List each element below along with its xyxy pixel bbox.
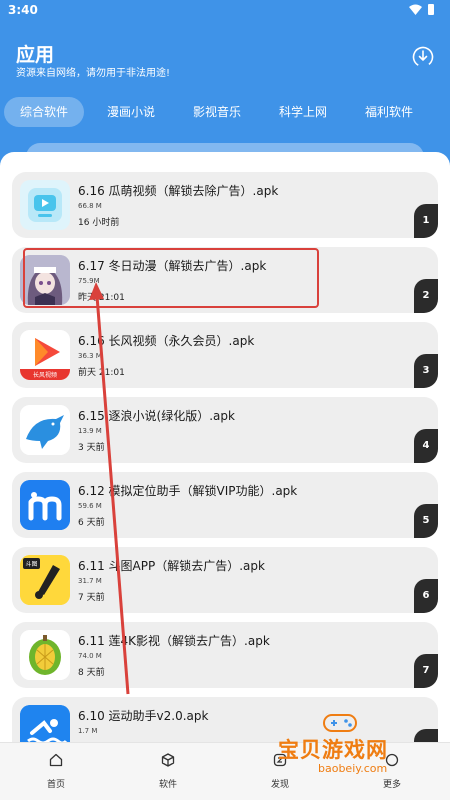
durian-icon	[20, 630, 70, 680]
rank-badge: 4	[414, 429, 438, 463]
watermark-text: 宝贝游戏网	[278, 738, 388, 762]
app-title: 6.16 长风视频（永久会员）.apk	[78, 334, 255, 348]
play-triangle-icon: 长风视频	[20, 330, 70, 380]
nav-software[interactable]: 软件	[112, 743, 224, 800]
app-size: 74.0 M	[78, 652, 102, 660]
list-item[interactable]: 6.11 莲4K影视（解锁去广告）.apk 74.0 M 8 天前 7	[12, 622, 438, 688]
page-title: 应用	[16, 44, 55, 66]
list-item[interactable]: 6.12 模拟定位助手（解锁VIP功能）.apk 59.6 M 6 天前 5	[12, 472, 438, 538]
watermark: 宝贝游戏网 baobeiy.com	[278, 712, 428, 782]
status-bar: 3:40	[0, 0, 450, 22]
status-time: 3:40	[8, 3, 38, 17]
tab-vpn[interactable]: 科学上网	[266, 97, 340, 127]
app-size: 31.7 M	[78, 577, 102, 585]
watermark-url: baobeiy.com	[318, 762, 388, 775]
app-title: 6.10 运动助手v2.0.apk	[78, 709, 209, 723]
status-icons	[409, 4, 434, 15]
app-size: 59.6 M	[78, 502, 102, 510]
category-tabs: 综合软件 漫画小说 影视音乐 科学上网 福利软件	[0, 97, 450, 127]
highlight-box	[23, 248, 319, 308]
app-time: 3 天前	[78, 443, 105, 453]
nav-home-label: 首页	[46, 780, 65, 790]
dolphin-icon	[20, 405, 70, 455]
list-item[interactable]: 6.15 逐浪小说(绿化版）.apk 13.9 M 3 天前 4	[12, 397, 438, 463]
list-item[interactable]: 长风视频 6.16 长风视频（永久会员）.apk 36.3 M 前天 21:01…	[12, 322, 438, 388]
tab-comics-novels[interactable]: 漫画小说	[94, 97, 168, 127]
app-time: 6 天前	[78, 518, 105, 528]
app-time: 8 天前	[78, 668, 105, 678]
app-size: 36.3 M	[78, 352, 102, 360]
rank-badge: 6	[414, 579, 438, 613]
location-m-icon	[20, 480, 70, 530]
app-time: 7 天前	[78, 593, 105, 603]
tab-welfare-software[interactable]: 福利软件	[352, 97, 426, 127]
battery-icon	[428, 4, 434, 15]
list-item[interactable]: 6.16 瓜萌视频（解锁去除广告）.apk 66.8 M 16 小时前 1	[12, 172, 438, 238]
rank-badge: 1	[414, 204, 438, 238]
home-icon	[49, 753, 63, 767]
box-icon	[161, 753, 175, 767]
nav-software-label: 软件	[158, 780, 177, 790]
app-title: 6.16 瓜萌视频（解锁去除广告）.apk	[78, 184, 279, 198]
app-size: 66.8 M	[78, 202, 102, 210]
rank-badge: 5	[414, 504, 438, 538]
wifi-icon	[409, 4, 422, 15]
app-title: 6.11 斗图APP（解锁去广告）.apk	[78, 559, 265, 573]
app-title: 6.12 模拟定位助手（解锁VIP功能）.apk	[78, 484, 298, 498]
app-title: 6.15 逐浪小说(绿化版）.apk	[78, 409, 235, 423]
app-time: 前天 21:01	[78, 368, 125, 378]
gamepad-icon	[323, 714, 357, 732]
rank-badge: 3	[414, 354, 438, 388]
app-icon-text: 斗图	[25, 561, 38, 568]
tab-comprehensive-software[interactable]: 综合软件	[4, 97, 84, 127]
download-icon[interactable]	[412, 46, 434, 68]
list-item[interactable]: 斗图 6.11 斗图APP（解锁去广告）.apk 31.7 M 7 天前 6	[12, 547, 438, 613]
app-icon-text: 长风视频	[32, 372, 57, 379]
video-player-icon	[20, 180, 70, 230]
page-subtitle: 资源来自网络，请勿用于非法用途!	[16, 68, 171, 79]
tab-video-music[interactable]: 影视音乐	[180, 97, 254, 127]
rank-badge: 7	[414, 654, 438, 688]
app-size: 1.7 M	[78, 727, 98, 735]
app-time: 16 小时前	[78, 218, 120, 228]
app-size: 13.9 M	[78, 427, 102, 435]
nav-home[interactable]: 首页	[0, 743, 112, 800]
app-title: 6.11 莲4K影视（解锁去广告）.apk	[78, 634, 270, 648]
brush-icon: 斗图	[20, 555, 70, 605]
rank-badge: 2	[414, 279, 438, 313]
